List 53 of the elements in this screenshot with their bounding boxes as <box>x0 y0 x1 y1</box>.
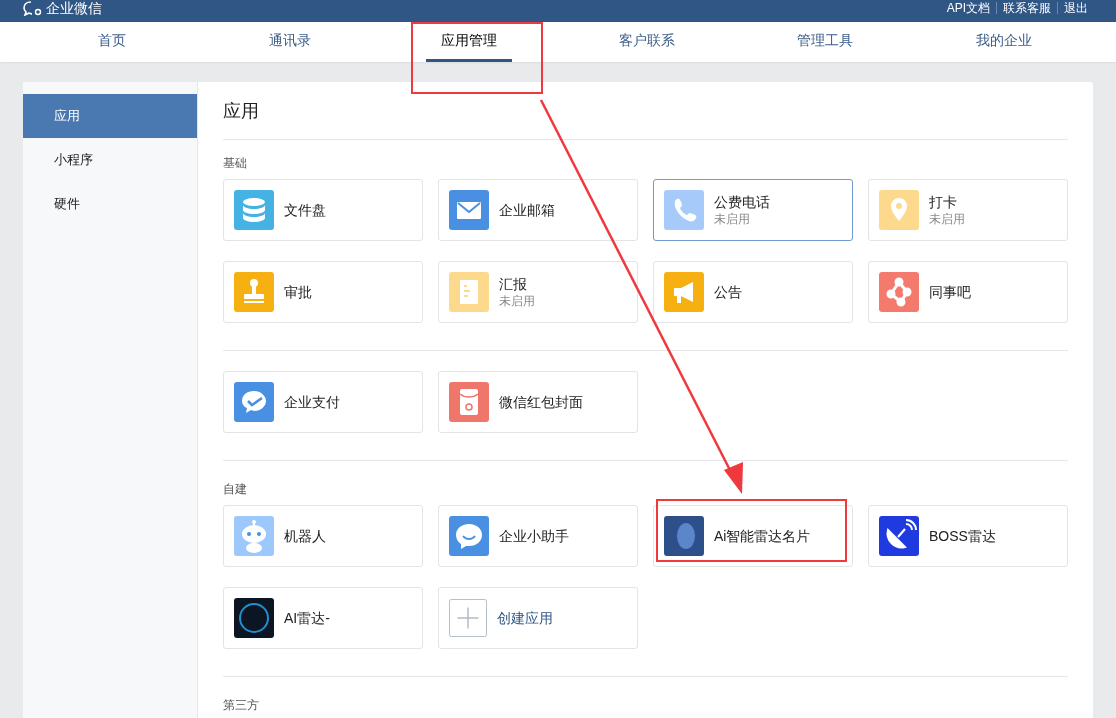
top-link[interactable]: 联系客服 <box>996 2 1057 14</box>
app-card[interactable]: 企业邮箱 <box>438 179 638 241</box>
app-name: 企业小助手 <box>499 527 569 545</box>
app-name: 同事吧 <box>929 283 971 301</box>
app-card[interactable]: 公费电话 未启用 <box>653 179 853 241</box>
app-card[interactable]: 同事吧 <box>868 261 1068 323</box>
app-name: 公费电话 <box>714 193 770 211</box>
app-name: 打卡 <box>929 193 958 211</box>
logo-text: 企业微信 <box>46 1 102 15</box>
app-name: 审批 <box>284 283 312 301</box>
nav-tab[interactable]: 管理工具 <box>782 22 869 62</box>
app-card[interactable]: Ai智能雷达名片 <box>653 505 853 567</box>
sidebar-item[interactable]: 小程序 <box>23 138 197 182</box>
app-name: 企业邮箱 <box>499 201 555 219</box>
nav-tab[interactable]: 我的企业 <box>960 22 1047 62</box>
app-status: 未启用 <box>714 211 751 227</box>
sidebar-item[interactable]: 硬件 <box>23 182 197 226</box>
nav-tab[interactable]: 通讯录 <box>254 22 327 62</box>
app-card[interactable]: BOSS雷达 <box>868 505 1068 567</box>
app-name: 机器人 <box>284 527 326 545</box>
section-title: 第三方 <box>223 697 260 714</box>
app-card[interactable]: 机器人 <box>223 505 423 567</box>
app-name: 企业支付 <box>284 393 340 411</box>
section-title: 基础 <box>223 155 248 172</box>
sidebar-item[interactable]: 应用 <box>23 94 197 138</box>
plus-icon <box>449 599 487 637</box>
app-name: 公告 <box>714 283 742 301</box>
nav-tab[interactable]: 客户联系 <box>604 22 691 62</box>
app-card[interactable]: 审批 <box>223 261 423 323</box>
nav-tab[interactable]: 首页 <box>83 22 142 62</box>
top-link[interactable]: 退出 <box>1057 2 1094 14</box>
section-title: 自建 <box>223 481 248 498</box>
app-card[interactable]: 企业支付 <box>223 371 423 433</box>
app-status: 未启用 <box>929 211 965 227</box>
app-card[interactable]: 公告 <box>653 261 853 323</box>
app-card[interactable]: 文件盘 <box>223 179 423 241</box>
create-app-card[interactable]: 创建应用 <box>438 587 638 649</box>
app-name: 汇报 <box>499 275 528 293</box>
app-name: BOSS雷达 <box>929 527 996 545</box>
app-name: Ai智能雷达名片 <box>714 527 811 545</box>
app-card[interactable]: AI雷达- <box>223 587 423 649</box>
app-card[interactable]: 微信红包封面 <box>438 371 638 433</box>
app-name: 微信红包封面 <box>499 393 583 411</box>
chat-bubble-icon <box>22 0 42 16</box>
app-status: 未启用 <box>499 293 535 309</box>
nav-tab[interactable]: 应用管理 <box>425 22 512 62</box>
app-card[interactable]: 打卡 未启用 <box>868 179 1068 241</box>
app-name: AI雷达- <box>284 609 330 627</box>
top-link[interactable]: API文档 <box>940 2 996 14</box>
app-card[interactable]: 汇报 未启用 <box>438 261 638 323</box>
app-card[interactable]: 企业小助手 <box>438 505 638 567</box>
page-title: 应用 <box>223 100 259 123</box>
app-name: 文件盘 <box>284 201 326 219</box>
